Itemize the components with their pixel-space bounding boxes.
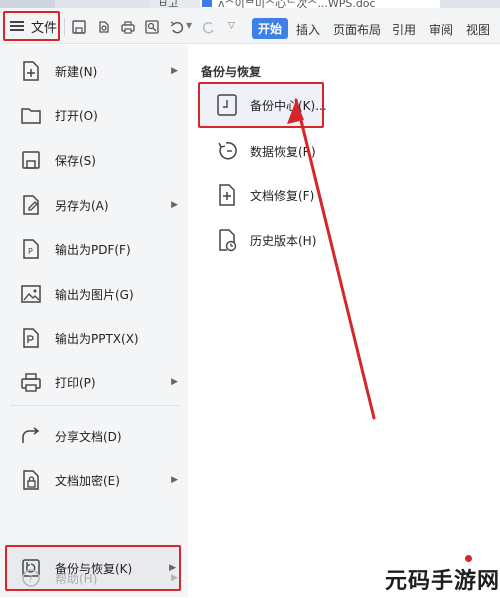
undo-icon[interactable] (170, 20, 184, 34)
menu-item-print-label: 打印(P) (55, 375, 96, 390)
toolbar: 文件 ▼ ▽ 开始 插入 页面布局 引用 审阅 视图 (0, 8, 500, 44)
menu-item-new[interactable]: 新建(N) ▶ (0, 51, 188, 91)
menu-item-save[interactable]: 保存(S) (0, 140, 188, 180)
toolbar-divider (64, 18, 65, 36)
svg-text:?: ? (28, 574, 33, 585)
menu-item-export-pdf-label: 输出为PDF(F) (55, 242, 131, 257)
export-image-icon (21, 285, 41, 303)
submenu-item-backup-center-label: 备份中心(K)... (250, 99, 327, 113)
tab-document[interactable]: ㅂ고 (150, 0, 200, 10)
menu-item-export-image[interactable]: 输出为图片(G) (0, 274, 188, 314)
menu-item-encrypt-label: 文档加密(E) (55, 473, 120, 488)
menu-item-help[interactable]: ? 帮助(H) ▶ (0, 558, 188, 598)
chevron-right-icon: ▶ (171, 66, 178, 76)
chevron-right-icon: ▶ (171, 377, 178, 387)
file-menu-label: 文件 (31, 20, 58, 36)
menu-item-export-pptx-label: 输出为PPTX(X) (55, 331, 139, 346)
folder-open-icon (21, 108, 41, 124)
chevron-right-icon: ▶ (171, 200, 178, 210)
submenu-item-history-version[interactable]: 历史版本(H) (200, 220, 490, 260)
customize-toolbar-icon[interactable]: ▽ (228, 21, 235, 31)
menu-item-open-label: 打开(O) (55, 108, 98, 123)
export-icon[interactable] (97, 20, 111, 34)
menu-item-save-as[interactable]: 另存为(A) ▶ (0, 185, 188, 225)
chevron-right-icon: ▶ (171, 475, 178, 485)
tab-active-document[interactable]: ʌᄉ이ᄇ미ᄌ心ᄂ次ᄌ...WPS.doc (200, 0, 440, 10)
new-file-icon (23, 61, 39, 81)
hamburger-icon (10, 21, 24, 31)
backup-center-icon (217, 94, 237, 116)
menu-item-export-pptx[interactable]: 输出为PPTX(X) (0, 318, 188, 358)
export-pptx-icon (23, 328, 39, 348)
menu-item-share[interactable]: 分享文档(D) (0, 416, 188, 456)
file-menu-button[interactable]: 文件 (3, 11, 60, 41)
watermark-text: 元码手游网 (385, 569, 500, 594)
encrypt-icon (23, 470, 39, 490)
undo-dropdown-icon[interactable]: ▼ (186, 21, 192, 30)
tab-view[interactable]: 视图 (466, 21, 490, 38)
print-preview-icon[interactable] (145, 20, 159, 34)
submenu-item-document-repair[interactable]: 文档修复(F) (200, 175, 490, 215)
export-pdf-icon: P (23, 239, 39, 259)
print-icon (21, 373, 41, 392)
submenu-title: 备份与恢复 (201, 65, 262, 79)
menu-item-help-label: 帮助(H) (55, 571, 98, 586)
save-icon (22, 151, 40, 169)
submenu-item-document-repair-label: 文档修复(F) (250, 189, 315, 203)
save-icon[interactable] (72, 20, 86, 34)
watermark-logo-dot (465, 555, 472, 562)
tab-home[interactable] (0, 0, 55, 8)
menu-item-print[interactable]: 打印(P) ▶ (0, 362, 188, 402)
help-icon: ? (22, 569, 40, 587)
redo-icon[interactable] (202, 20, 216, 34)
document-repair-icon (219, 184, 235, 206)
menu-item-encrypt[interactable]: 文档加密(E) ▶ (0, 460, 188, 500)
menu-item-new-label: 新建(N) (55, 64, 98, 79)
tab-strip: ㅂ고 ʌᄉ이ᄇ미ᄌ心ᄂ次ᄌ...WPS.doc (0, 0, 500, 10)
history-version-icon (219, 229, 237, 252)
tab-references[interactable]: 引用 (392, 21, 416, 38)
tab-review[interactable]: 审阅 (429, 21, 453, 38)
menu-divider (10, 405, 180, 406)
menu-item-open[interactable]: 打开(O) (0, 95, 188, 135)
backup-submenu-panel: 备份与恢复 备份中心(K)... 数据恢复(R) 文档修复(F) 历史版本(H) (188, 45, 500, 597)
menu-item-export-pdf[interactable]: P 输出为PDF(F) (0, 229, 188, 269)
menu-item-share-label: 分享文档(D) (55, 429, 122, 444)
menu-item-export-image-label: 输出为图片(G) (55, 287, 134, 302)
submenu-item-data-recovery-label: 数据恢复(R) (250, 145, 316, 159)
file-menu-panel: 新建(N) ▶ 打开(O) 保存(S) 另存为(A) ▶ P 输出为PDF(F) (0, 45, 188, 597)
tab-page-layout[interactable]: 页面布局 (333, 21, 381, 38)
submenu-item-history-version-label: 历史版本(H) (250, 234, 317, 248)
menu-item-save-label: 保存(S) (55, 153, 96, 168)
data-recovery-icon (218, 141, 237, 160)
print-icon[interactable] (121, 20, 135, 34)
svg-text:P: P (28, 247, 33, 256)
save-as-icon (23, 195, 39, 215)
submenu-item-data-recovery[interactable]: 数据恢复(R) (200, 131, 490, 171)
submenu-item-backup-center[interactable]: 备份中心(K)... (200, 85, 490, 125)
tab-start[interactable]: 开始 (252, 18, 289, 39)
wps-doc-icon (202, 0, 212, 7)
share-icon (22, 427, 40, 443)
menu-item-save-as-label: 另存为(A) (55, 198, 109, 213)
tab-insert[interactable]: 插入 (296, 21, 320, 38)
chevron-right-icon: ▶ (171, 573, 178, 583)
